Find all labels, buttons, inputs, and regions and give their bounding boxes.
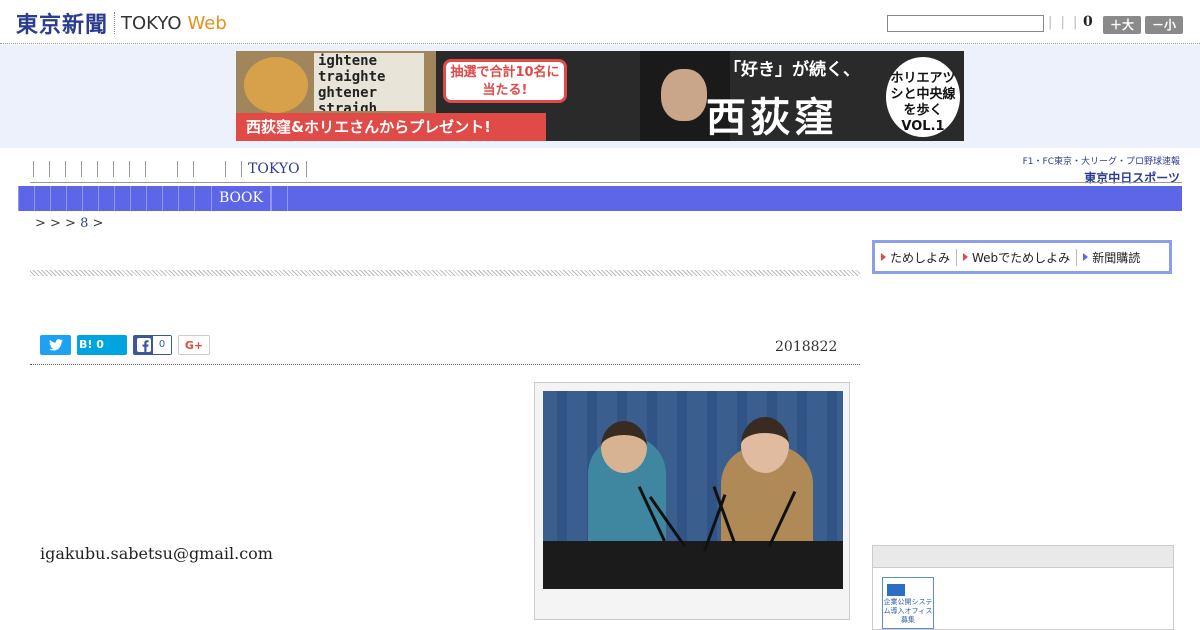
photo-person-right-head <box>741 417 789 473</box>
section-item[interactable] <box>18 186 34 211</box>
logo-kanji: 東京新聞 <box>16 13 109 38</box>
section-item[interactable] <box>286 186 303 211</box>
facebook-share-button[interactable]: 0 <box>133 335 172 355</box>
section-item[interactable] <box>98 186 114 211</box>
google-plus-icon: G+ <box>184 339 204 352</box>
section-item[interactable] <box>66 186 82 211</box>
section-item[interactable] <box>178 186 194 211</box>
facebook-icon <box>137 338 151 352</box>
main-nav: TOKYO F1・FC東京・大リーグ・プロ野球速報 東京中日スポーツ <box>0 150 1200 185</box>
trial-read-link[interactable]: ためしよみ <box>875 249 956 266</box>
sports-topline: F1・FC東京・大リーグ・プロ野球速報 <box>1022 157 1180 167</box>
twitter-icon <box>48 339 63 351</box>
photo-table <box>543 541 843 589</box>
nav-item[interactable] <box>65 161 81 177</box>
logo-tokyo: TOKYO <box>121 12 182 34</box>
section-item[interactable] <box>270 186 287 211</box>
banner-background-text: ightene traighte ghtener straigh <box>314 53 424 111</box>
section-item[interactable] <box>114 186 130 211</box>
logo-divider <box>114 12 116 34</box>
nav-underline <box>30 182 1182 183</box>
breadcrumb-suffix: > <box>92 216 104 231</box>
font-size-down-button[interactable]: －小 <box>1145 16 1183 34</box>
advertisement-banner[interactable]: ightene traighte ghtener straigh 抽選で合計10… <box>236 51 964 141</box>
section-item[interactable] <box>82 186 98 211</box>
badge-logo-icon <box>887 584 905 596</box>
article-divider <box>30 364 860 365</box>
banner-ribbon: 西荻窪&ホリエさんからプレゼント! <box>236 113 546 141</box>
hatena-icon: B! 0 <box>79 338 104 351</box>
facebook-count: 0 <box>153 336 171 354</box>
nav-links: TOKYO <box>33 161 307 177</box>
banner-area: ightene traighte ghtener straigh 抽選で合計10… <box>0 45 1200 148</box>
banner-circle-badge: ホリエアツシと中央線を歩く VOL.1 <box>886 57 960 137</box>
sidebar-badge-text: 企業公開システム導入オフィス募集 <box>883 598 933 624</box>
press-conference-photo[interactable] <box>543 391 843 589</box>
nav-item[interactable] <box>225 161 241 177</box>
article-photo-frame <box>534 382 850 620</box>
section-item[interactable] <box>162 186 178 211</box>
nav-item[interactable] <box>49 161 65 177</box>
breadcrumb: > > > 8 > <box>35 216 103 231</box>
nav-item[interactable] <box>145 161 177 177</box>
sidebar-badge[interactable]: 企業公開システム導入オフィス募集 <box>882 577 934 629</box>
font-size-value: 0 <box>1083 14 1093 30</box>
nav-item[interactable] <box>129 161 145 177</box>
trial-read-label: ためしよみ <box>890 250 951 265</box>
section-item[interactable] <box>130 186 146 211</box>
breadcrumb-prefix[interactable]: > > > <box>35 216 76 231</box>
section-item[interactable] <box>50 186 66 211</box>
banner-bubble: 抽選で合計10名に当たる! <box>443 59 567 103</box>
banner-person-face <box>661 69 707 121</box>
section-bar: BOOK <box>18 186 1182 211</box>
banner-tagline: 「好き」が続く、 <box>724 60 860 80</box>
section-item[interactable] <box>194 186 211 211</box>
web-trial-read-link[interactable]: Webでためしよみ <box>956 248 1076 266</box>
logo-web: Web <box>187 12 227 34</box>
photo-person-left-head <box>601 421 647 473</box>
title-underline <box>30 270 860 276</box>
nav-item[interactable] <box>81 161 97 177</box>
section-item[interactable] <box>146 186 162 211</box>
banner-town-name: 西荻窪 <box>706 94 838 141</box>
google-plus-share-button[interactable]: G+ <box>178 335 210 355</box>
site-logo[interactable]: 東京新聞 TOKYO Web <box>16 9 227 38</box>
section-item-book[interactable]: BOOK <box>211 186 271 211</box>
search-input[interactable] <box>887 15 1044 32</box>
contact-email: igakubu.sabetsu@gmail.com <box>40 544 273 563</box>
hatena-bookmark-button[interactable]: B! 0 <box>77 335 127 355</box>
sidebar-box-header <box>873 546 1173 568</box>
section-item[interactable] <box>34 186 50 211</box>
arrow-right-icon <box>1083 253 1089 261</box>
font-size-up-button[interactable]: ＋大 <box>1103 16 1141 34</box>
subscription-box: ためしよみ Webでためしよみ 新聞購読 <box>872 240 1172 274</box>
nav-item[interactable] <box>113 161 129 177</box>
web-trial-read-label: Webでためしよみ <box>972 250 1071 265</box>
nav-item[interactable] <box>33 161 49 177</box>
nav-item[interactable] <box>177 161 193 177</box>
nav-item[interactable] <box>97 161 113 177</box>
nav-item[interactable] <box>193 161 225 177</box>
header-separators: | | | <box>1048 15 1080 30</box>
arrow-right-icon <box>963 253 969 261</box>
subscribe-label: 新聞購読 <box>1092 250 1141 265</box>
twitter-share-button[interactable] <box>40 335 71 355</box>
subscribe-link[interactable]: 新聞購読 <box>1076 248 1146 266</box>
sports-name: 東京中日スポーツ <box>1084 171 1180 185</box>
arrow-right-icon <box>881 253 886 261</box>
breadcrumb-page[interactable]: 8 <box>80 216 88 231</box>
banner-bowl-image <box>244 57 308 113</box>
article-date: 2018822 <box>775 339 838 355</box>
site-header: 東京新聞 TOKYO Web | | | 0 ＋大 －小 <box>0 0 1200 44</box>
nav-item-tokyo[interactable]: TOKYO <box>241 161 307 177</box>
sidebar-box: 企業公開システム導入オフィス募集 <box>872 545 1174 630</box>
